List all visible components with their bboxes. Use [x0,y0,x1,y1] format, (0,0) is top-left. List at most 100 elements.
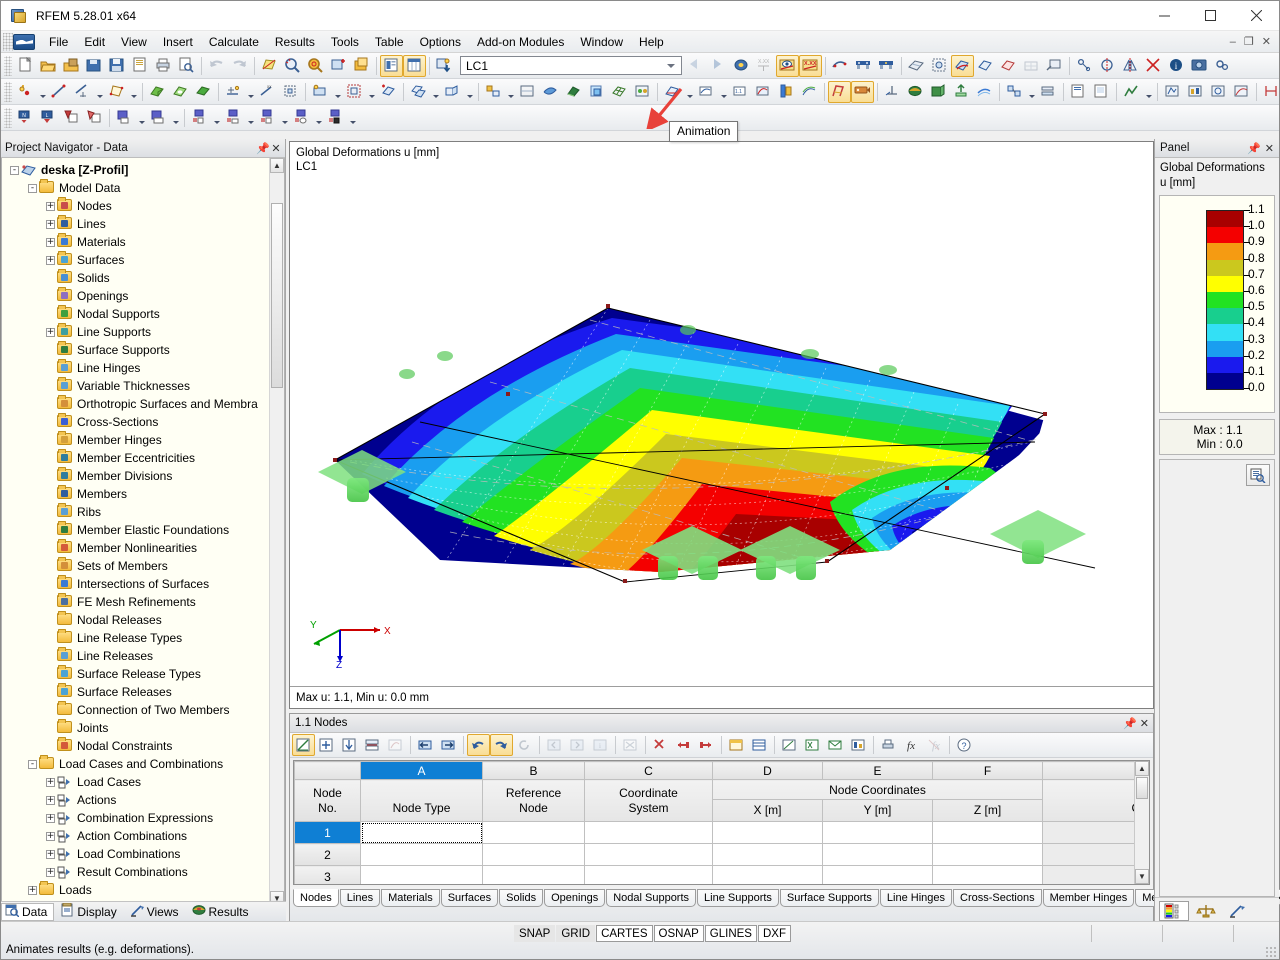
tree-item-loads[interactable]: +Loads [2,881,284,899]
sheet-tab-line-hinges[interactable]: Line Hinges [880,889,952,907]
close-icon[interactable]: ✕ [270,142,282,155]
corner-cell[interactable] [295,762,361,780]
show-navigator-icon[interactable] [380,55,403,77]
menu-item-calculate[interactable]: Calculate [201,32,267,52]
mirror-icon[interactable] [1119,55,1142,77]
menu-item-add-on-modules[interactable]: Add-on Modules [469,32,572,52]
expand-icon[interactable]: + [46,850,55,859]
graphic-results-icon[interactable] [1120,81,1143,103]
table-settings-icon[interactable] [847,734,870,756]
table-next-column-icon[interactable] [437,734,460,756]
display-surface-result-icon[interactable] [113,107,136,129]
table-refresh-icon[interactable] [513,734,536,756]
surface-load-icon[interactable] [60,107,83,129]
new-line-dimension-icon[interactable] [71,81,94,103]
support-reactions-icon[interactable] [852,55,875,77]
new-line-icon[interactable] [48,81,71,103]
view-default-icon[interactable] [1003,81,1026,103]
new-solid-icon[interactable] [146,81,169,103]
table-delete-row-icon[interactable] [338,734,361,756]
table-export-excel-icon[interactable] [801,734,824,756]
tree-item-result-combinations[interactable]: +Result Combinations [2,863,284,881]
render-results-icon[interactable] [730,55,753,77]
sheet-tab-solids[interactable]: Solids [499,889,543,907]
display-surface-dropdown-icon[interactable] [136,107,147,129]
result-diagram-2-icon[interactable] [222,107,245,129]
tree-item-nodal-releases[interactable]: Nodal Releases [2,611,284,629]
cell-y[interactable] [823,844,933,866]
expand-icon[interactable]: + [46,328,55,337]
cell-x[interactable] [713,822,823,844]
result-diagram-4-icon[interactable] [290,107,313,129]
new-surface-icon[interactable] [105,81,128,103]
new-set-icon[interactable] [192,81,215,103]
result-diagram-3-icon[interactable] [256,107,279,129]
result-axis-icon[interactable] [881,81,904,103]
menu-item-file[interactable]: File [41,32,76,52]
column-header-b[interactable]: B [483,762,585,780]
cell-coordinate-system[interactable] [585,844,713,866]
cell-z[interactable] [933,866,1043,886]
new-file-icon[interactable] [14,55,37,77]
nodal-support-dropdown-icon[interactable] [245,81,256,103]
scroll-up-icon[interactable]: ▲ [270,158,284,173]
tree-item-variable-thicknesses[interactable]: Variable Thicknesses [2,377,284,395]
result-diagram-5-icon[interactable] [324,107,347,129]
navigator-vertical-scrollbar[interactable]: ▲ ▼ [269,158,284,906]
expand-icon[interactable]: + [46,796,55,805]
settings-icon[interactable] [1211,55,1234,77]
snap-toggle-glines[interactable]: GLINES [705,925,757,942]
panel-tab-factors[interactable] [1191,901,1221,921]
new-node-icon[interactable] [14,81,37,103]
navigator-tab-data[interactable]: Data [1,903,54,921]
menu-item-options[interactable]: Options [412,32,469,52]
mdi-close-icon[interactable]: ✕ [1258,35,1275,48]
print-result-icon[interactable] [1067,81,1090,103]
maximize-icon[interactable] [1187,1,1233,31]
table-nav-prev-icon[interactable] [566,734,589,756]
save-project-icon[interactable] [83,55,106,77]
nodal-load-icon[interactable]: N [14,107,37,129]
show-model-icon[interactable] [974,55,997,77]
scroll-thumb[interactable] [271,203,283,388]
row-header[interactable]: 2 [295,844,361,866]
expand-icon[interactable]: + [46,256,55,265]
tree-item-ribs[interactable]: Ribs [2,503,284,521]
sheet-tab-surfaces[interactable]: Surfaces [441,889,498,907]
free-load-icon[interactable] [83,107,106,129]
animation-icon[interactable] [851,81,874,103]
group-objects-icon[interactable] [482,81,505,103]
select-surface-icon[interactable] [258,55,281,77]
show-model-2-icon[interactable] [997,55,1020,77]
tree-item-member-nonlinearities[interactable]: Member Nonlinearities [2,539,284,557]
row-header[interactable]: 1 [295,822,361,844]
cell-coordinate-system[interactable] [585,822,713,844]
color-legend[interactable]: 1.11.00.90.80.70.60.50.40.30.20.10.0 [1159,195,1275,413]
menu-item-help[interactable]: Help [631,32,672,52]
tree-item-actions[interactable]: +Actions [2,791,284,809]
close-icon[interactable]: ✕ [1265,142,1274,155]
grid-vertical-scrollbar[interactable]: ▲ ▼ [1134,761,1149,884]
sheet-tab-materials[interactable]: Materials [381,889,440,907]
close-icon[interactable] [1233,1,1279,31]
grid-view-icon[interactable] [1020,55,1043,77]
expand-icon[interactable]: + [46,220,55,229]
extrude-dropdown-icon[interactable] [464,81,475,103]
tree-item-materials[interactable]: +Materials [2,233,284,251]
new-surface-dropdown-icon[interactable] [128,81,139,103]
result-diagram-2-dropdown-icon[interactable] [245,107,256,129]
menu-item-edit[interactable]: Edit [76,32,113,52]
new-load-case-dropdown-icon[interactable] [366,81,377,103]
tree-item-orthotropic-surfaces-and-membra[interactable]: Orthotropic Surfaces and Membra [2,395,284,413]
collapse-icon[interactable]: - [28,184,37,193]
cell-y[interactable] [823,866,933,886]
expand-icon[interactable]: + [46,814,55,823]
node-snap-icon[interactable] [1073,55,1096,77]
show-result-values-icon[interactable]: X.XX [799,55,822,77]
sheet-tab-nodes[interactable]: Nodes [293,889,339,907]
table-edit-icon[interactable] [292,734,315,756]
tree-item-solids[interactable]: Solids [2,269,284,287]
tree-item-line-hinges[interactable]: Line Hinges [2,359,284,377]
expand-icon[interactable]: + [46,778,55,787]
table-formula-off-icon[interactable]: fx [923,734,946,756]
